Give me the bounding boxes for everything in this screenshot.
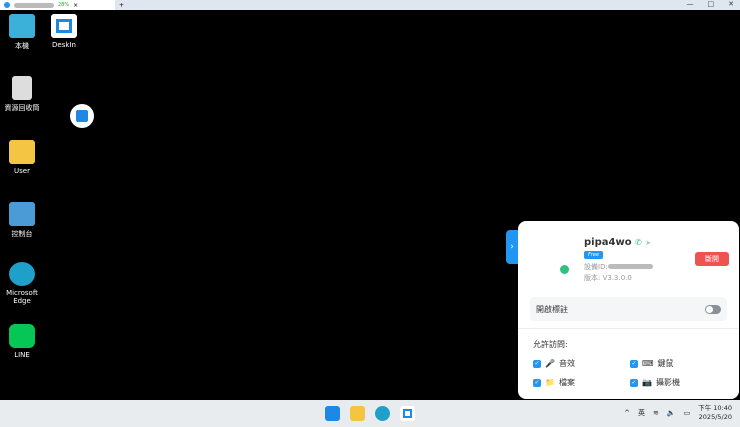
tab-close-button[interactable]: × — [73, 2, 78, 9]
icon-label: User — [14, 167, 30, 175]
desktop-icon-deskin[interactable]: DeskIn — [42, 14, 86, 49]
version: 版本: V3.3.0.0 — [584, 274, 632, 282]
date: 2025/5/20 — [698, 413, 732, 421]
deskin-icon — [76, 110, 88, 122]
folder-icon — [9, 140, 35, 164]
desktop-icon-line[interactable]: LINE — [0, 324, 44, 359]
tab-title-blurred — [14, 2, 54, 8]
close-button[interactable]: ✕ — [728, 0, 734, 8]
recycle-bin-icon — [12, 76, 32, 100]
permission-label: 鍵鼠 — [657, 359, 674, 368]
permission-keyboard-mouse[interactable]: ✓ ⌨ 鍵鼠 — [630, 358, 674, 369]
deskin-taskbar-icon[interactable] — [400, 406, 415, 421]
keyboard-icon: ⌨ — [642, 359, 654, 368]
camera-icon: 📷 — [642, 378, 652, 387]
file-explorer-icon[interactable] — [350, 406, 365, 421]
icon-label: 本機 — [15, 42, 29, 50]
icon-label: 控制台 — [11, 230, 33, 238]
checkbox[interactable]: ✓ — [630, 359, 638, 368]
deskin-icon — [51, 14, 77, 38]
plan-badge: Free — [584, 251, 604, 259]
device-id: 設備ID: — [584, 262, 653, 272]
annotation-row: 開啟標註 — [530, 297, 727, 321]
desktop-icon-this-pc[interactable]: 本機 — [0, 14, 44, 51]
tray-overflow-chevron[interactable]: ^ — [624, 409, 630, 417]
system-tray: ^ 英 ≋ 🔈 ▭ 下午 10:40 2025/5/20 — [624, 404, 732, 422]
cursor-icon: ➤ — [645, 239, 652, 247]
tab-icon — [4, 2, 10, 8]
phone-icon: ✆ — [635, 238, 642, 247]
permission-files[interactable]: ✓ 📁 檔案 — [533, 377, 575, 388]
desktop-icon-user[interactable]: User — [0, 140, 44, 175]
checkbox[interactable]: ✓ — [630, 378, 638, 387]
disconnect-button[interactable]: 斷開 — [695, 252, 729, 266]
allow-access-title: 允許訪問: — [533, 340, 568, 349]
new-tab-button[interactable]: + — [119, 2, 124, 9]
desktop-icon-edge[interactable]: Microsoft Edge — [0, 262, 44, 305]
volume-icon[interactable]: 🔈 — [667, 409, 676, 417]
deskin-floating-button[interactable] — [70, 104, 94, 128]
checkbox[interactable]: ✓ — [533, 359, 541, 368]
browser-tab[interactable]: 28% × — [0, 0, 115, 10]
icon-label: 資源回收筒 — [4, 104, 40, 112]
remote-user-name: pipa4wo ✆ ➤ — [584, 237, 652, 248]
start-icon[interactable] — [325, 406, 340, 421]
edge-icon[interactable] — [375, 406, 390, 421]
icon-label: Microsoft Edge — [6, 289, 38, 305]
desktop-icon-control-panel[interactable]: 控制台 — [0, 202, 44, 239]
checkbox[interactable]: ✓ — [533, 378, 541, 387]
permission-label: 檔案 — [558, 378, 575, 387]
line-icon — [9, 324, 35, 348]
browser-tab-bar: 28% × + — □ ✕ — [0, 0, 740, 10]
permission-label: 音效 — [558, 359, 575, 368]
permission-audio[interactable]: ✓ 🎤 音效 — [533, 358, 575, 369]
taskbar: ^ 英 ≋ 🔈 ▭ 下午 10:40 2025/5/20 — [0, 400, 740, 427]
edge-icon — [9, 262, 35, 286]
monitor-icon — [9, 14, 35, 38]
clock[interactable]: 下午 10:40 2025/5/20 — [698, 404, 732, 422]
panel-collapse-handle[interactable]: › — [506, 230, 518, 264]
divider — [518, 328, 739, 329]
folder-icon: 📁 — [545, 378, 555, 387]
control-panel-icon — [9, 202, 35, 226]
minimize-button[interactable]: — — [687, 0, 694, 8]
annotation-toggle[interactable] — [705, 304, 721, 314]
annotation-label: 開啟標註 — [536, 304, 568, 314]
wifi-icon[interactable]: ≋ — [653, 409, 659, 417]
icon-label: DeskIn — [52, 41, 76, 49]
icon-label: LINE — [14, 351, 30, 359]
battery-icon[interactable]: ▭ — [684, 409, 691, 417]
desktop-icon-recycle-bin[interactable]: 資源回收筒 — [0, 76, 44, 113]
signal-indicator: 28% — [58, 2, 70, 8]
permission-camera[interactable]: ✓ 📷 攝影機 — [630, 377, 680, 388]
session-panel: pipa4wo ✆ ➤ Free 設備ID: 版本: V3.3.0.0 斷開 開… — [518, 221, 739, 399]
microphone-icon: 🎤 — [545, 359, 555, 368]
input-method[interactable]: 英 — [638, 408, 645, 418]
time: 下午 10:40 — [698, 404, 732, 412]
permission-label: 攝影機 — [655, 378, 680, 387]
maximize-button[interactable]: □ — [708, 0, 715, 8]
avatar — [560, 265, 569, 274]
